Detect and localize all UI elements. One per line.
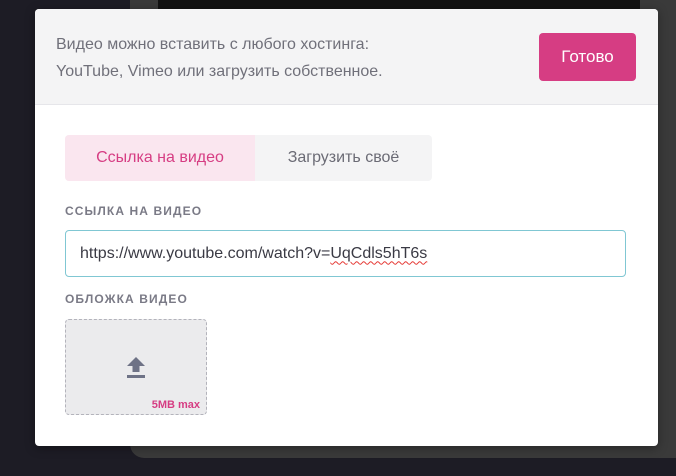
source-tabs: Ссылка на видео Загрузить своё <box>65 135 432 181</box>
description-line-2: YouTube, Vimeo или загрузить собственное… <box>56 63 383 80</box>
tab-video-link[interactable]: Ссылка на видео <box>65 135 255 181</box>
video-url-input[interactable]: https://www.youtube.com/watch?v= UqCdls5h… <box>65 230 626 277</box>
cover-upload-area[interactable]: 5MB max <box>65 319 207 415</box>
size-limit-hint: 5MB max <box>151 399 200 411</box>
url-prefix: https://www.youtube.com/watch?v= <box>80 244 331 262</box>
modal-header: Видео можно вставить с любого хостинга: … <box>35 9 658 105</box>
cover-label: ОБЛОЖКА ВИДЕО <box>65 292 188 306</box>
video-link-label: ССЫЛКА НА ВИДЕО <box>65 204 203 218</box>
tab-upload-own[interactable]: Загрузить своё <box>255 135 432 181</box>
url-video-id: UqCdls5hT6s <box>330 244 428 262</box>
modal-description: Видео можно вставить с любого хостинга: … <box>56 31 496 85</box>
description-line-1: Видео можно вставить с любого хостинга: <box>56 36 370 53</box>
video-modal: Видео можно вставить с любого хостинга: … <box>35 9 658 446</box>
done-button[interactable]: Готово <box>539 33 636 81</box>
upload-icon <box>127 357 145 378</box>
